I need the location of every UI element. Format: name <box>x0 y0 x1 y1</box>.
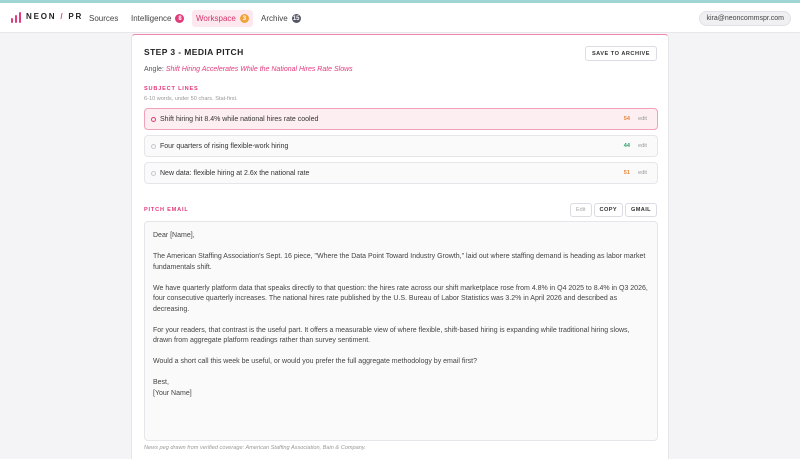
nav-sources[interactable]: Sources <box>85 10 122 27</box>
email-paragraph: For your readers, that contrast is the u… <box>153 326 630 345</box>
pitch-email-label: PITCH EMAIL <box>144 207 189 213</box>
nav-archive[interactable]: Archive 15 <box>257 10 305 27</box>
email-paragraph: Would a short call this week be useful, … <box>153 358 477 365</box>
archive-count-badge: 15 <box>291 14 301 23</box>
step-title: STEP 3 - MEDIA PITCH <box>144 47 244 57</box>
subject-lines-hint: 6-10 words, under 50 chars. Stat-first. <box>144 96 238 102</box>
edit-subject-link[interactable]: edit <box>638 143 647 149</box>
email-signature: [Your Name] <box>153 389 192 397</box>
radio-icon[interactable] <box>151 171 156 176</box>
copy-email-button[interactable]: COPY <box>593 203 623 217</box>
radio-icon[interactable] <box>151 117 156 122</box>
intelligence-count-badge: 8 <box>175 14 185 23</box>
char-count: 44 <box>623 143 630 149</box>
edit-email-button[interactable]: Edit <box>569 203 592 217</box>
email-greeting: Dear [Name], <box>153 232 195 239</box>
email-paragraph: The American Staffing Association's Sept… <box>153 253 646 271</box>
email-closing: Best, [Your Name] <box>153 378 649 399</box>
email-signoff: Best, <box>153 379 169 386</box>
subject-line-option[interactable]: Shift hiring hit 8.4% while national hir… <box>144 108 658 130</box>
nav-intelligence[interactable]: Intelligence 8 <box>127 10 188 27</box>
radio-icon[interactable] <box>151 144 156 149</box>
edit-subject-link[interactable]: edit <box>638 170 647 176</box>
save-to-archive-button[interactable]: SAVE TO ARCHIVE <box>584 46 657 61</box>
workspace-count-badge: 3 <box>239 14 249 23</box>
top-nav: NEON / PR Sources Intelligence 8 Workspa… <box>0 3 800 33</box>
subject-line-option[interactable]: Four quarters of rising flexible-work hi… <box>144 135 658 157</box>
email-paragraph: We have quarterly platform data that spe… <box>153 284 648 313</box>
gmail-button[interactable]: GMAIL <box>624 203 657 217</box>
angle-line: Angle: Shift Hiring Accelerates While th… <box>144 66 353 73</box>
email-actions: Edit COPY GMAIL <box>569 203 657 217</box>
nav-workspace[interactable]: Workspace 3 <box>192 10 253 27</box>
news-peg-footnote: News peg drawn from verified coverage: A… <box>144 445 366 451</box>
user-account-pill[interactable]: kira@neoncommspr.com <box>699 11 791 26</box>
char-count: 51 <box>623 170 630 176</box>
subject-line-option[interactable]: New data: flexible hiring at 2.6x the na… <box>144 162 658 184</box>
angle-text: Shift Hiring Accelerates While the Natio… <box>165 66 353 73</box>
edit-subject-link[interactable]: edit <box>638 116 647 122</box>
char-count: 54 <box>623 116 630 122</box>
pitch-email-body[interactable]: Dear [Name], The American Staffing Assoc… <box>144 221 658 441</box>
subject-lines-label: SUBJECT LINES <box>144 86 199 92</box>
brand-name[interactable]: NEON / PR <box>26 12 83 21</box>
brand-logo-icon <box>11 12 21 23</box>
media-pitch-card: STEP 3 - MEDIA PITCH SAVE TO ARCHIVE Ang… <box>131 34 669 459</box>
